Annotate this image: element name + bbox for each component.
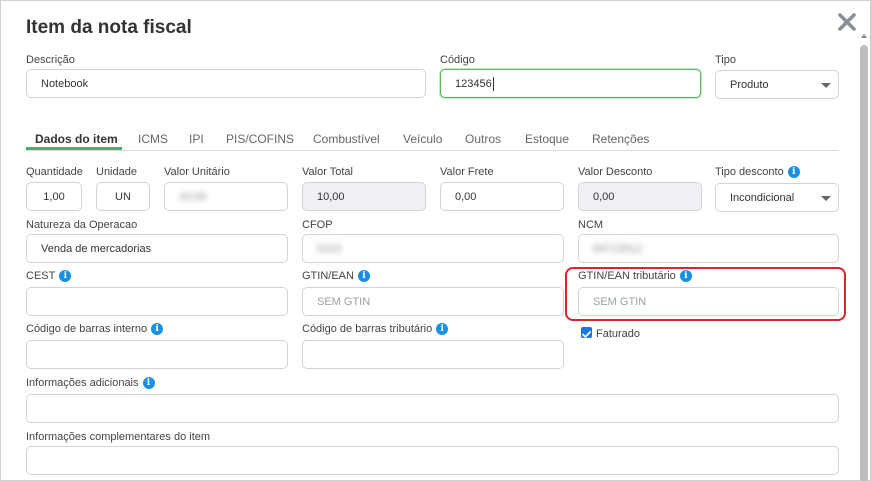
- info-icon[interactable]: i: [679, 270, 692, 283]
- valor-unitario-input[interactable]: 10,00: [164, 182, 288, 211]
- unidade-input[interactable]: UN: [96, 182, 150, 211]
- gtin-tributario-label: GTIN/EAN tributário i: [578, 270, 692, 283]
- codigo-label: Código: [440, 54, 475, 66]
- cod-barras-trib-label-text: Código de barras tributário: [302, 323, 433, 335]
- codigo-value: 123456: [455, 77, 492, 90]
- descricao-value: Notebook: [41, 77, 89, 90]
- faturado-label: Faturado: [596, 328, 641, 340]
- tipo-desconto-select[interactable]: Incondicional: [715, 183, 839, 212]
- cest-label: CEST i: [26, 270, 72, 283]
- gtin-label: GTIN/EAN i: [302, 270, 370, 283]
- cest-label-text: CEST: [26, 270, 56, 282]
- descricao-label: Descrição: [26, 54, 75, 66]
- tab-estoque[interactable]: Estoque: [525, 132, 569, 146]
- info-complementares-input[interactable]: [26, 446, 839, 475]
- info-icon[interactable]: i: [59, 270, 72, 283]
- ncm-input[interactable]: 84713012: [578, 234, 839, 263]
- gtin-tributario-placeholder: SEM GTIN: [593, 295, 647, 308]
- quantidade-value: 1,00: [43, 190, 65, 203]
- tipo-desconto-label: Tipo desconto i: [715, 166, 800, 179]
- info-adicionais-label: Informações adicionais i: [26, 377, 155, 390]
- scroll-up-icon[interactable]: [861, 34, 867, 38]
- cfop-input[interactable]: 5102: [302, 234, 564, 263]
- cfop-value: 5102: [317, 242, 342, 255]
- ncm-label: NCM: [578, 219, 604, 231]
- cod-barras-trib-label: Código de barras tributário i: [302, 323, 449, 336]
- scrollbar[interactable]: [860, 41, 868, 481]
- tab-icms[interactable]: ICMS: [138, 132, 168, 146]
- chevron-down-icon: [821, 83, 831, 88]
- valor-frete-input[interactable]: 0,00: [440, 182, 564, 211]
- valor-frete-value: 0,00: [455, 190, 477, 203]
- tipo-label: Tipo: [715, 54, 736, 66]
- valor-unitario-label: Valor Unitário: [164, 166, 230, 178]
- cod-barras-input[interactable]: [26, 340, 288, 369]
- tab-outros[interactable]: Outros: [465, 132, 501, 146]
- natureza-label: Natureza da Operacao: [26, 219, 138, 231]
- unidade-value: UN: [115, 190, 131, 203]
- text-cursor: [492, 76, 494, 91]
- active-tab-indicator: [26, 147, 122, 150]
- tab-dados-do-item[interactable]: Dados do item: [35, 132, 118, 146]
- valor-frete-label: Valor Frete: [440, 166, 494, 178]
- tipo-desconto-value: Incondicional: [730, 191, 795, 204]
- tipo-value: Produto: [730, 78, 769, 91]
- info-complementares-label: Informações complementares do item: [26, 431, 211, 443]
- tab-retencoes[interactable]: Retenções: [592, 132, 649, 146]
- gtin-input[interactable]: SEM GTIN: [302, 287, 564, 316]
- gtin-placeholder: SEM GTIN: [317, 295, 371, 308]
- gtin-tributario-label-text: GTIN/EAN tributário: [578, 270, 676, 282]
- tab-pis-cofins[interactable]: PIS/COFINS: [226, 132, 294, 146]
- info-adicionais-input[interactable]: [26, 394, 839, 423]
- cest-input[interactable]: [26, 287, 288, 316]
- valor-desconto-label: Valor Desconto: [578, 166, 653, 178]
- quantidade-label: Quantidade: [26, 166, 83, 178]
- info-icon[interactable]: i: [151, 323, 164, 336]
- info-icon[interactable]: i: [142, 377, 155, 390]
- valor-desconto-value: 0,00: [593, 190, 615, 203]
- info-icon[interactable]: i: [787, 166, 800, 179]
- tab-ipi[interactable]: IPI: [189, 132, 204, 146]
- ncm-value: 84713012: [593, 242, 642, 255]
- cod-barras-label-text: Código de barras interno: [26, 323, 148, 335]
- modal-title: Item da nota fiscal: [26, 17, 192, 38]
- quantidade-input[interactable]: 1,00: [26, 182, 82, 211]
- info-icon[interactable]: i: [357, 270, 370, 283]
- unidade-label: Unidade: [96, 166, 137, 178]
- faturado-checkbox[interactable]: [581, 327, 592, 338]
- tipo-desconto-label-text: Tipo desconto: [715, 166, 784, 178]
- tipo-select[interactable]: Produto: [715, 70, 839, 99]
- gtin-label-text: GTIN/EAN: [302, 270, 354, 282]
- codigo-input[interactable]: 123456: [440, 69, 701, 98]
- gtin-tributario-input[interactable]: SEM GTIN: [578, 287, 839, 316]
- scrollbar-thumb[interactable]: [860, 45, 868, 481]
- tab-combustivel[interactable]: Combustível: [313, 132, 380, 146]
- tab-bar: Dados do item ICMS IPI PIS/COFINS Combus…: [26, 132, 839, 151]
- valor-desconto-input: 0,00: [578, 182, 702, 211]
- close-icon[interactable]: [836, 11, 858, 33]
- valor-total-value: 10,00: [317, 190, 345, 203]
- tab-veiculo[interactable]: Veículo: [403, 132, 442, 146]
- info-adicionais-label-text: Informações adicionais: [26, 377, 139, 389]
- valor-unitario-value: 10,00: [179, 190, 207, 203]
- item-modal: Item da nota fiscal Descrição Notebook C…: [0, 0, 871, 481]
- check-icon: [582, 331, 591, 338]
- descricao-input[interactable]: Notebook: [26, 69, 426, 98]
- valor-total-label: Valor Total: [302, 166, 353, 178]
- valor-total-input: 10,00: [302, 182, 426, 211]
- natureza-input[interactable]: Venda de mercadorias: [26, 234, 288, 263]
- cfop-label: CFOP: [302, 219, 333, 231]
- info-icon[interactable]: i: [436, 323, 449, 336]
- chevron-down-icon: [821, 196, 831, 201]
- cod-barras-trib-input[interactable]: [302, 340, 564, 369]
- cod-barras-label: Código de barras interno i: [26, 323, 164, 336]
- natureza-value: Venda de mercadorias: [41, 242, 152, 255]
